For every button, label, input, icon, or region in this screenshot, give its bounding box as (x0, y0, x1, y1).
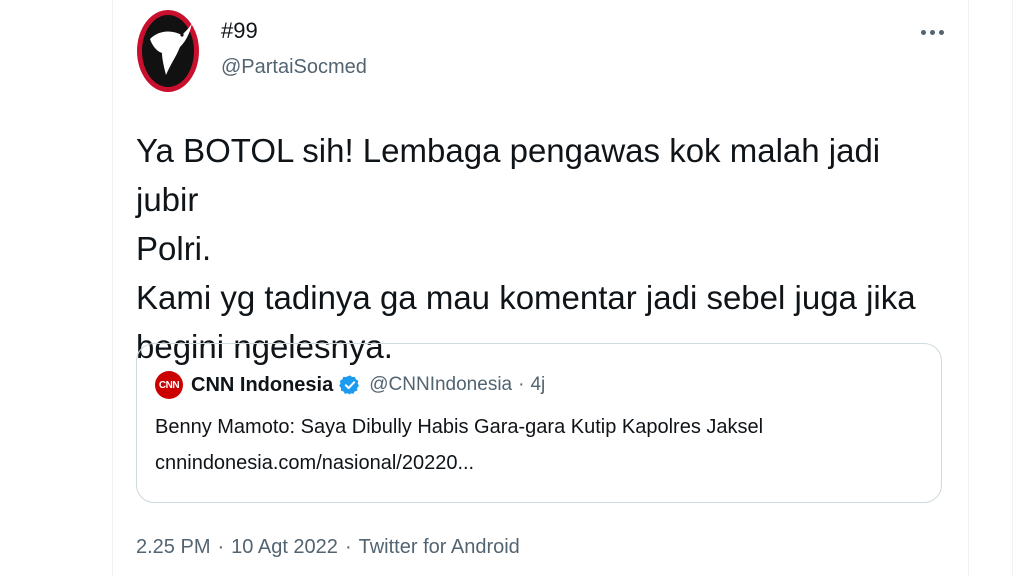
timeline-right-border (968, 0, 969, 576)
cnn-logo-icon: CNN (155, 371, 183, 399)
quoted-author-handle[interactable]: @CNNIndonesia (369, 374, 512, 396)
quoted-separator: · (518, 374, 525, 395)
timeline-left-border (112, 0, 113, 576)
author-handle[interactable]: @PartaiSocmed (221, 56, 367, 79)
quoted-timestamp[interactable]: 4j (530, 374, 545, 396)
meta-separator: · (217, 536, 225, 558)
quoted-tweet-link[interactable]: cnnindonesia.com/nasional/20220... (155, 452, 474, 475)
quoted-tweet-card[interactable]: CNN CNN Indonesia @CNNIndonesia · 4j Ben… (136, 343, 942, 503)
quoted-tweet-text: Benny Mamoto: Saya Dibully Habis Gara-ga… (155, 416, 764, 438)
sidebar-border (1012, 0, 1013, 576)
more-options-button[interactable] (912, 20, 952, 44)
author-display-name[interactable]: #99 (221, 18, 258, 44)
tweet-meta: 2.25 PM · 10 Agt 2022 · Twitter for Andr… (136, 536, 520, 559)
avatar[interactable] (136, 9, 200, 93)
tweet-text: Ya BOTOL sih! Lembaga pengawas kok malah… (136, 132, 916, 365)
quoted-tweet-header: CNN CNN Indonesia @CNNIndonesia · 4j (155, 370, 545, 400)
avatar-logo-icon (137, 10, 199, 92)
tweet-time[interactable]: 2.25 PM (136, 536, 210, 559)
verified-badge-icon (339, 375, 360, 395)
meta-separator: · (344, 536, 352, 558)
tweet-source[interactable]: Twitter for Android (359, 536, 520, 559)
more-options-icon (920, 29, 944, 35)
quoted-author-name[interactable]: CNN Indonesia (191, 374, 333, 397)
tweet-date[interactable]: 10 Agt 2022 (231, 536, 338, 559)
